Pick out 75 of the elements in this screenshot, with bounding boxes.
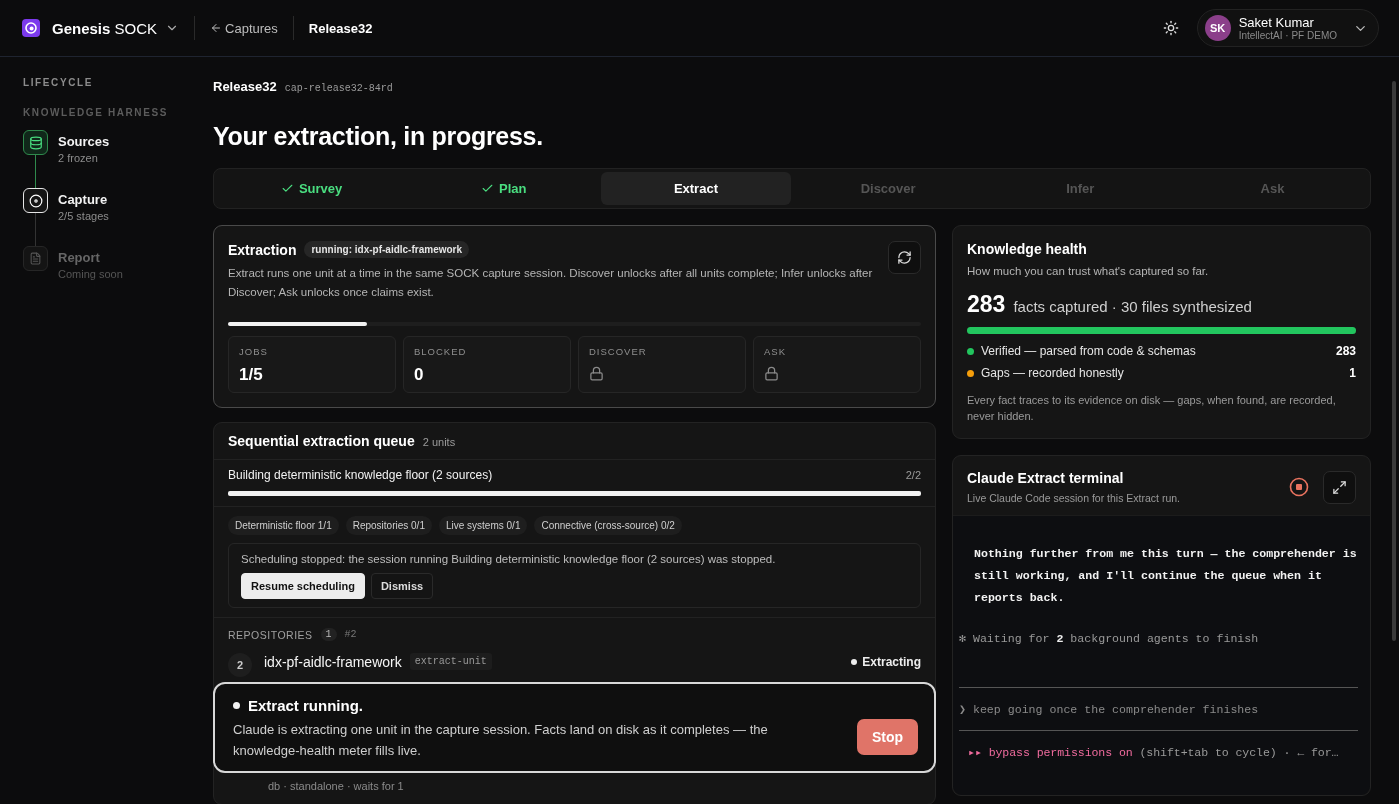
unit-count: 2 units <box>422 436 456 448</box>
check-icon <box>481 182 494 195</box>
back-link[interactable]: Captures <box>210 20 278 36</box>
stage-chip: Deterministic floor 1/1 <box>228 516 339 535</box>
stage-tab[interactable]: Extract <box>601 172 791 205</box>
phase-label: Building deterministic knowledge floor (2 sources) <box>228 468 493 482</box>
unit-status: Extracting <box>851 654 921 669</box>
step-caption: 2 frozen <box>58 152 99 164</box>
arrow-left-icon <box>210 22 223 34</box>
stat-label: JOBS <box>239 346 269 357</box>
group-count: 1 <box>320 628 337 641</box>
expand-button[interactable] <box>1323 470 1356 504</box>
unit-meta: db · standalone · waits for 1 <box>267 780 405 794</box>
card-description: Extract runs one unit at a time in the same SOCK capture session. Discover unlocks after all units complete; Infer unlocks after Discover; Ask unlocks once claims exist. <box>228 266 874 300</box>
phase-count: 2/2 <box>905 469 921 481</box>
workspace-switcher[interactable]: Genesis SOCK <box>52 19 180 37</box>
facts-count: 283 <box>967 291 1006 318</box>
step-caption: Coming soon <box>58 268 123 280</box>
expand-icon <box>1332 479 1347 495</box>
stat-label: ASK <box>764 346 787 357</box>
legend-value: 1 <box>1349 366 1356 380</box>
status-line: ✻ Waiting for 2 background agents to finish <box>959 631 1260 645</box>
stat-label: DISCOVER <box>589 346 648 357</box>
running-badge: running: idx-pf-aidlc-framework <box>304 241 470 258</box>
group-ref: #2 <box>344 629 357 640</box>
check-icon <box>280 182 294 195</box>
theme-toggle-icon[interactable] <box>1162 20 1179 36</box>
section-heading: LIFECYCLE <box>23 77 94 88</box>
step-caption: 2/5 stages <box>58 210 109 222</box>
card-subtitle: How much you can trust what's captured so far. <box>967 264 1210 279</box>
stat-label: BLOCKED <box>414 346 468 357</box>
step-label[interactable]: Capture <box>58 192 109 207</box>
stage-tab[interactable]: Survey <box>217 172 407 205</box>
stage-chip: Live systems 0/1 <box>438 516 528 535</box>
refresh-button[interactable] <box>888 241 921 274</box>
prompt-line: ❯ keep going once the comprehender finishes <box>959 702 1260 716</box>
toast-title: Extract running. <box>248 697 363 714</box>
stop-icon[interactable] <box>1289 477 1309 497</box>
avatar: SK <box>1204 15 1231 41</box>
notice-text: Scheduling stopped: the session running Building deterministic knowledge floor (2 sources) was stopped. <box>241 553 777 565</box>
legend-label: Verified — parsed from code & schemas <box>981 344 1196 358</box>
group-heading: KNOWLEDGE HARNESS <box>23 107 169 118</box>
assistant-message: Nothing further from me this turn — the comprehender is still working, and I'll continue the queue when it reports back. <box>973 546 1358 606</box>
legend-value: 283 <box>1335 344 1356 358</box>
unit-name: idx-pf-aidlc-framework <box>264 653 402 670</box>
refresh-icon <box>897 250 912 265</box>
stage-tab[interactable]: Plan <box>409 172 599 205</box>
mode-line: ▸▸ bypass permissions on (shift+tab to cycle) · ← for… <box>967 745 1340 759</box>
page-title: Your extraction, in progress. <box>213 122 544 151</box>
resume-button[interactable]: Resume scheduling <box>241 573 365 599</box>
health-note: Every fact traces to its evidence on disk — gaps, when found, are recorded, never hidden. <box>967 393 1337 424</box>
stat-value: 0 <box>414 365 425 385</box>
group-label: REPOSITORIES <box>228 628 313 641</box>
logo-icon <box>22 19 40 37</box>
toast-text: Claude is extracting one unit in the capture session. Facts land on disk as it completes — the knowledge-health meter fills live. <box>233 721 769 760</box>
legend-label: Gaps — recorded honestly <box>981 366 1124 380</box>
unit-tag: extract-unit <box>409 653 492 670</box>
capture-name: Release32 <box>213 79 277 94</box>
stage-chip: Repositories 0/1 <box>345 516 432 535</box>
card-title: Claude Extract terminal <box>967 470 1125 486</box>
dismiss-button[interactable]: Dismiss <box>370 573 434 599</box>
breadcrumb: Release32 <box>308 20 373 36</box>
stat-value: 1/5 <box>239 365 264 385</box>
card-title: Sequential extraction queue <box>228 433 415 449</box>
facts-summary: facts captured · 30 files synthesized <box>1013 298 1252 315</box>
card-title: Extraction <box>228 241 297 258</box>
scrollbar[interactable] <box>1392 81 1396 641</box>
card-title: Knowledge health <box>967 241 1088 257</box>
status-dot <box>233 702 240 709</box>
capture-id: cap-release32-84rd <box>284 83 393 94</box>
step-label[interactable]: Sources <box>58 134 110 149</box>
card-subtitle: Live Claude Code session for this Extract run. <box>967 492 1182 504</box>
user-menu[interactable]: SK Saket Kumar IntellectAI · PF DEMO <box>1196 9 1379 47</box>
stage-chip: Connective (cross-source) 0/2 <box>534 516 682 535</box>
unit-number: 2 <box>228 653 252 677</box>
